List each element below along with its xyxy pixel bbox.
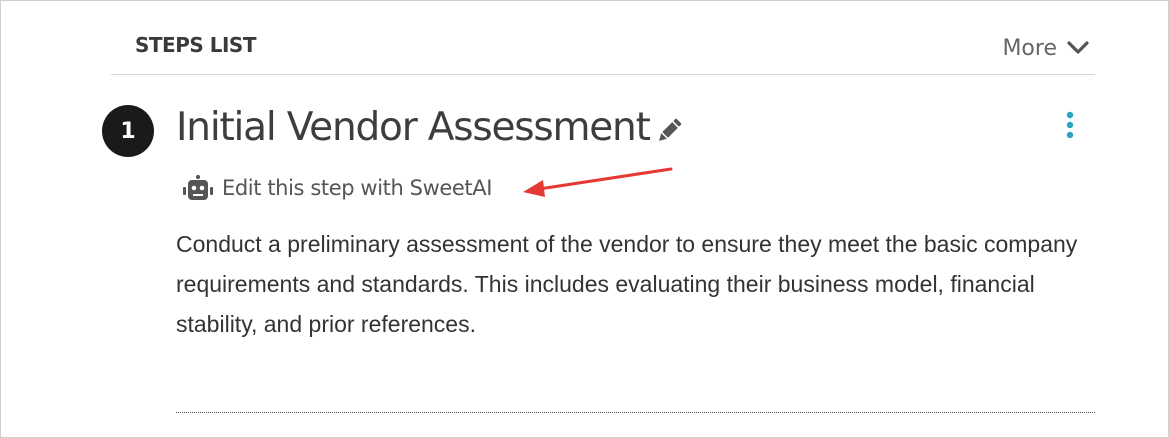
chevron-down-icon: [1067, 41, 1089, 54]
more-dropdown-button[interactable]: More: [1002, 33, 1089, 63]
step-description: Conduct a preliminary assessment of the …: [176, 231, 1078, 337]
step-divider: [176, 412, 1095, 413]
edit-with-ai-label: Edit this step with SweetAI: [222, 176, 493, 200]
step-number-badge: 1: [102, 105, 154, 157]
pencil-icon[interactable]: [655, 117, 683, 145]
robot-icon: [183, 175, 213, 200]
kebab-menu-icon[interactable]: [1065, 111, 1075, 139]
window-frame: STEPS LIST More 1 Initial Vendor Assessm…: [0, 0, 1169, 438]
steps-panel: STEPS LIST More 1 Initial Vendor Assessm…: [102, 1, 1095, 438]
edit-with-ai-link[interactable]: Edit this step with SweetAI: [183, 173, 492, 203]
annotation-arrow: [523, 167, 673, 197]
steps-header: STEPS LIST More: [111, 1, 1095, 75]
steps-list-title: STEPS LIST: [135, 33, 256, 57]
step-title: Initial Vendor Assessment: [176, 105, 651, 150]
more-label: More: [1002, 35, 1057, 61]
